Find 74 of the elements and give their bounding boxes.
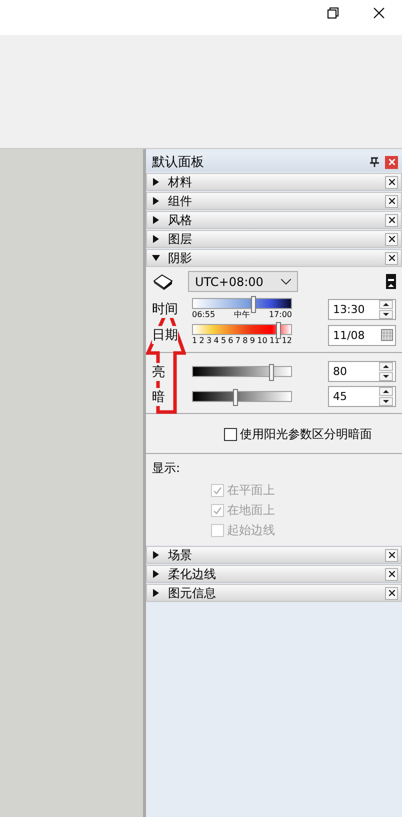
collapsed-triangle-icon — [152, 589, 160, 597]
check-icon — [213, 486, 222, 495]
spin-field[interactable]: 13:30 — [328, 298, 396, 320]
scale-label: 6 — [228, 336, 234, 346]
spin-field[interactable]: 45 — [328, 386, 396, 407]
collapsed-triangle-icon — [152, 178, 160, 186]
close-icon[interactable] — [385, 176, 398, 188]
scale-label: 1 — [192, 336, 198, 346]
close-icon[interactable] — [385, 232, 398, 246]
checkbox: 起始边线 — [211, 522, 402, 539]
collapsed-triangle-icon — [152, 197, 160, 205]
scale-label: 4 — [214, 336, 219, 346]
spin-down-icon[interactable] — [379, 372, 393, 381]
slider-label: 日期 — [152, 326, 178, 344]
panel-section-header[interactable]: 柔化边线 — [146, 565, 402, 583]
scale-label: 3 — [206, 336, 212, 346]
slider-label: 亮 — [152, 362, 165, 380]
scale-label: 9 — [250, 336, 255, 346]
chevron-down-icon — [281, 278, 291, 284]
checkbox: 在平面上 — [211, 482, 402, 499]
close-icon[interactable] — [385, 252, 398, 264]
close-icon[interactable] — [373, 6, 385, 18]
timezone-dropdown[interactable]: UTC+08:00 — [188, 271, 298, 292]
collapsed-triangle-icon — [152, 235, 160, 243]
panel-section-header[interactable]: 组件 — [146, 192, 402, 210]
close-button[interactable] — [385, 156, 398, 168]
close-icon — [388, 159, 394, 165]
slider-thumb[interactable] — [276, 322, 282, 339]
scale-label: 7 — [235, 336, 240, 346]
collapsed-triangle-icon — [152, 570, 160, 578]
spin-down-icon[interactable] — [379, 310, 393, 318]
scale-label: 2 — [199, 336, 204, 346]
close-icon[interactable] — [385, 214, 398, 226]
scale-label: 17:00 — [268, 310, 292, 320]
slider-label: 暗 — [152, 388, 165, 406]
eraser-icon[interactable] — [152, 272, 174, 290]
spin-field[interactable]: 80 — [328, 361, 396, 382]
close-icon[interactable] — [385, 194, 398, 208]
collapsed-triangle-icon — [152, 551, 160, 559]
slider-label: 时间 — [152, 300, 178, 318]
expanded-triangle-icon — [152, 254, 160, 262]
spin-up-icon[interactable] — [379, 362, 393, 371]
pin-icon[interactable] — [370, 157, 379, 167]
slider-thumb[interactable] — [250, 296, 256, 313]
spin-down-icon[interactable] — [379, 397, 393, 406]
scale-label: 10 — [257, 336, 268, 346]
display-label: 显示: — [152, 460, 180, 477]
spin-field[interactable]: 11/08 — [328, 324, 396, 346]
spin-up-icon[interactable] — [379, 300, 393, 308]
close-icon[interactable] — [385, 568, 398, 580]
slider-thumb[interactable] — [233, 389, 238, 406]
checkbox: 在地面上 — [211, 502, 402, 519]
restore-icon[interactable] — [327, 6, 339, 18]
panel-title: 默认面板 — [152, 154, 204, 171]
check-icon — [213, 506, 222, 515]
panel-section-header[interactable]: 图层 — [146, 230, 402, 248]
scale-label: 12 — [282, 336, 292, 346]
close-icon[interactable] — [385, 548, 398, 562]
panel-section-header[interactable]: 阴影 — [146, 249, 402, 267]
slider-thumb[interactable] — [269, 364, 274, 381]
panel-section-header[interactable]: 风格 — [146, 211, 402, 229]
collapse-toggle-icon[interactable] — [386, 274, 396, 289]
close-icon[interactable] — [385, 586, 398, 600]
scale-label: 5 — [220, 336, 226, 346]
panel-section-header[interactable]: 材料 — [146, 173, 402, 191]
scale-label: 中午 — [234, 310, 250, 320]
scale-label: 8 — [242, 336, 248, 346]
scale-label: 06:55 — [192, 310, 216, 320]
checkbox[interactable]: 使用阳光参数区分明暗面 — [224, 426, 372, 443]
collapsed-triangle-icon — [152, 216, 160, 224]
calendar-icon[interactable] — [381, 329, 393, 341]
panel-section-header[interactable]: 图元信息 — [146, 584, 402, 602]
panel-section-header[interactable]: 场景 — [146, 546, 402, 564]
spin-up-icon[interactable] — [379, 387, 393, 396]
